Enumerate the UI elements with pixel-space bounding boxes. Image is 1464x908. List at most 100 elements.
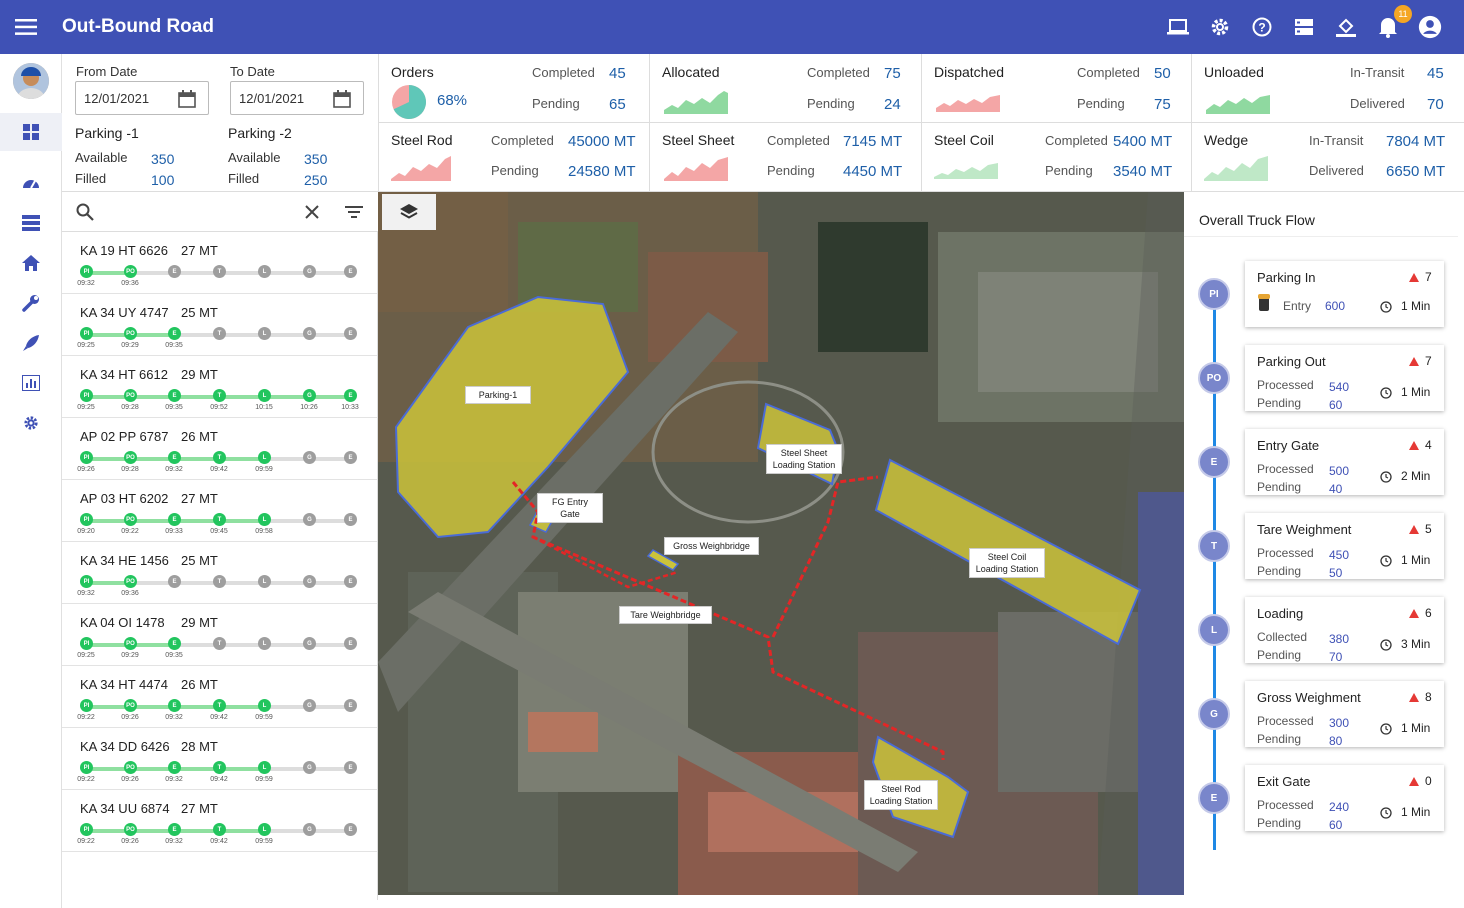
flow-step-card[interactable]: Loading 6 Collected 380 Pending 70 3 Min <box>1245 597 1444 664</box>
flow-step-card[interactable]: Parking In 7 Entry 600 1 Min <box>1245 261 1444 327</box>
stage-dot[interactable]: T <box>213 699 226 712</box>
stage-dot[interactable]: PI <box>80 823 93 836</box>
stage-dot[interactable]: G <box>303 761 316 774</box>
stage-dot[interactable]: L <box>258 637 271 650</box>
stage-dot[interactable]: E <box>168 327 181 340</box>
stage-dot[interactable]: PI <box>80 637 93 650</box>
map-label-gross-weighbridge[interactable]: Gross Weighbridge <box>664 537 759 555</box>
gear-icon[interactable] <box>1208 15 1232 39</box>
stage-dot[interactable]: PI <box>80 761 93 774</box>
stage-dot[interactable]: L <box>258 389 271 402</box>
stage-dot[interactable]: L <box>258 575 271 588</box>
from-date-input[interactable]: 12/01/2021 <box>75 81 209 115</box>
stage-dot[interactable]: E <box>344 699 357 712</box>
stage-dot[interactable]: E <box>344 637 357 650</box>
stage-dot[interactable]: E <box>344 265 357 278</box>
stage-dot[interactable]: PI <box>80 327 93 340</box>
map-label-parking1[interactable]: Parking-1 <box>465 386 531 404</box>
account-icon[interactable] <box>1418 15 1442 39</box>
stage-dot[interactable]: PO <box>124 699 137 712</box>
stage-dot[interactable]: E <box>344 823 357 836</box>
stage-dot[interactable]: L <box>258 327 271 340</box>
laptop-icon[interactable] <box>1166 15 1190 39</box>
stage-dot[interactable]: E <box>344 451 357 464</box>
close-icon[interactable] <box>305 205 319 219</box>
stage-dot[interactable]: G <box>303 699 316 712</box>
paint-bucket-icon[interactable] <box>1334 15 1358 39</box>
stage-dot[interactable]: PO <box>124 327 137 340</box>
flow-step-circle[interactable]: G <box>1198 698 1230 730</box>
stage-dot[interactable]: L <box>258 513 271 526</box>
stage-dot[interactable]: T <box>213 451 226 464</box>
stage-dot[interactable]: E <box>168 637 181 650</box>
flow-step-circle[interactable]: PI <box>1198 278 1230 310</box>
map-label-fg-entry-gate[interactable]: FG Entry Gate <box>537 493 603 523</box>
truck-row[interactable]: KA 34 HT 6612 29 MT PI PO E T L G E 09:25 09:28 0… <box>62 356 377 418</box>
truck-row[interactable]: KA 34 UY 4747 25 MT PI PO E T L G E 09:25 09:29 0… <box>62 294 377 356</box>
stage-dot[interactable]: T <box>213 513 226 526</box>
flow-step-card[interactable]: Parking Out 7 Processed 540 Pending 60 1 … <box>1245 345 1444 412</box>
stage-dot[interactable]: E <box>168 451 181 464</box>
flow-step-card[interactable]: Tare Weighment 5 Processed 450 Pending 50… <box>1245 513 1444 580</box>
truck-row[interactable]: AP 02 PP 6787 26 MT PI PO E T L G E 09:26 09:28 0… <box>62 418 377 480</box>
search-icon[interactable] <box>76 203 94 221</box>
layers-button[interactable] <box>382 194 436 230</box>
stage-dot[interactable]: E <box>344 761 357 774</box>
map-label-steel-sheet[interactable]: Steel Sheet Loading Station <box>766 444 842 474</box>
nav-dashboard-icon[interactable] <box>0 113 62 151</box>
stage-dot[interactable]: E <box>168 513 181 526</box>
stage-dot[interactable]: T <box>213 761 226 774</box>
stage-dot[interactable]: E <box>168 761 181 774</box>
truck-row[interactable]: KA 34 HT 4474 26 MT PI PO E T L G E 09:22 09:26 0… <box>62 666 377 728</box>
home-icon[interactable] <box>0 243 62 283</box>
truck-row[interactable]: KA 34 UU 6874 27 MT PI PO E T L G E 09:22 09:26 0… <box>62 790 377 852</box>
stage-dot[interactable]: PI <box>80 265 93 278</box>
stage-dot[interactable]: E <box>168 265 181 278</box>
flow-step-circle[interactable]: E <box>1198 446 1230 478</box>
to-date-input[interactable]: 12/01/2021 <box>230 81 364 115</box>
truck-search-bar[interactable] <box>62 192 378 232</box>
map-label-tare-weighbridge[interactable]: Tare Weighbridge <box>619 606 712 624</box>
stage-dot[interactable]: T <box>213 637 226 650</box>
stage-dot[interactable]: E <box>168 823 181 836</box>
flow-step-circle[interactable]: L <box>1198 614 1230 646</box>
calendar-icon[interactable] <box>178 90 196 108</box>
storage-icon[interactable] <box>1292 15 1316 39</box>
stage-dot[interactable]: G <box>303 575 316 588</box>
stage-dot[interactable]: L <box>258 823 271 836</box>
stage-dot[interactable]: PI <box>80 451 93 464</box>
stage-dot[interactable]: PI <box>80 389 93 402</box>
truck-row[interactable]: KA 34 DD 6426 28 MT PI PO E T L G E 09:22 09:26 0… <box>62 728 377 790</box>
flow-step-card[interactable]: Exit Gate 0 Processed 240 Pending 60 1 Mi… <box>1245 765 1444 832</box>
stage-dot[interactable]: E <box>168 699 181 712</box>
stage-dot[interactable]: E <box>168 575 181 588</box>
stage-dot[interactable]: G <box>303 265 316 278</box>
menu-icon[interactable] <box>0 0 52 54</box>
map-label-steel-coil[interactable]: Steel Coil Loading Station <box>969 548 1045 578</box>
stage-dot[interactable]: PO <box>124 637 137 650</box>
bar-chart-icon[interactable] <box>0 363 62 403</box>
flow-step-circle[interactable]: E <box>1198 782 1230 814</box>
stage-dot[interactable]: E <box>168 389 181 402</box>
stage-dot[interactable]: T <box>213 575 226 588</box>
stage-dot[interactable]: T <box>213 389 226 402</box>
stage-dot[interactable]: E <box>344 327 357 340</box>
stage-dot[interactable]: G <box>303 513 316 526</box>
server-icon[interactable] <box>0 203 62 243</box>
truck-row[interactable]: KA 19 HT 6626 27 MT PI PO E T L G E 09:32 09:36 <box>62 232 377 294</box>
stage-dot[interactable]: PO <box>124 761 137 774</box>
settings-icon[interactable] <box>0 403 62 443</box>
stage-dot[interactable]: T <box>213 265 226 278</box>
calendar-icon[interactable] <box>333 90 351 108</box>
stage-dot[interactable]: G <box>303 389 316 402</box>
flow-step-card[interactable]: Entry Gate 4 Processed 500 Pending 40 2 M… <box>1245 429 1444 496</box>
stage-dot[interactable]: PO <box>124 513 137 526</box>
rocket-icon[interactable] <box>0 323 62 363</box>
stage-dot[interactable]: PO <box>124 451 137 464</box>
help-icon[interactable]: ? <box>1250 15 1274 39</box>
truck-row[interactable]: AP 03 HT 6202 27 MT PI PO E T L G E 09:20 09:22 0… <box>62 480 377 542</box>
stage-dot[interactable]: PI <box>80 513 93 526</box>
avatar[interactable] <box>12 63 49 99</box>
stage-dot[interactable]: E <box>344 513 357 526</box>
stage-dot[interactable]: PI <box>80 575 93 588</box>
